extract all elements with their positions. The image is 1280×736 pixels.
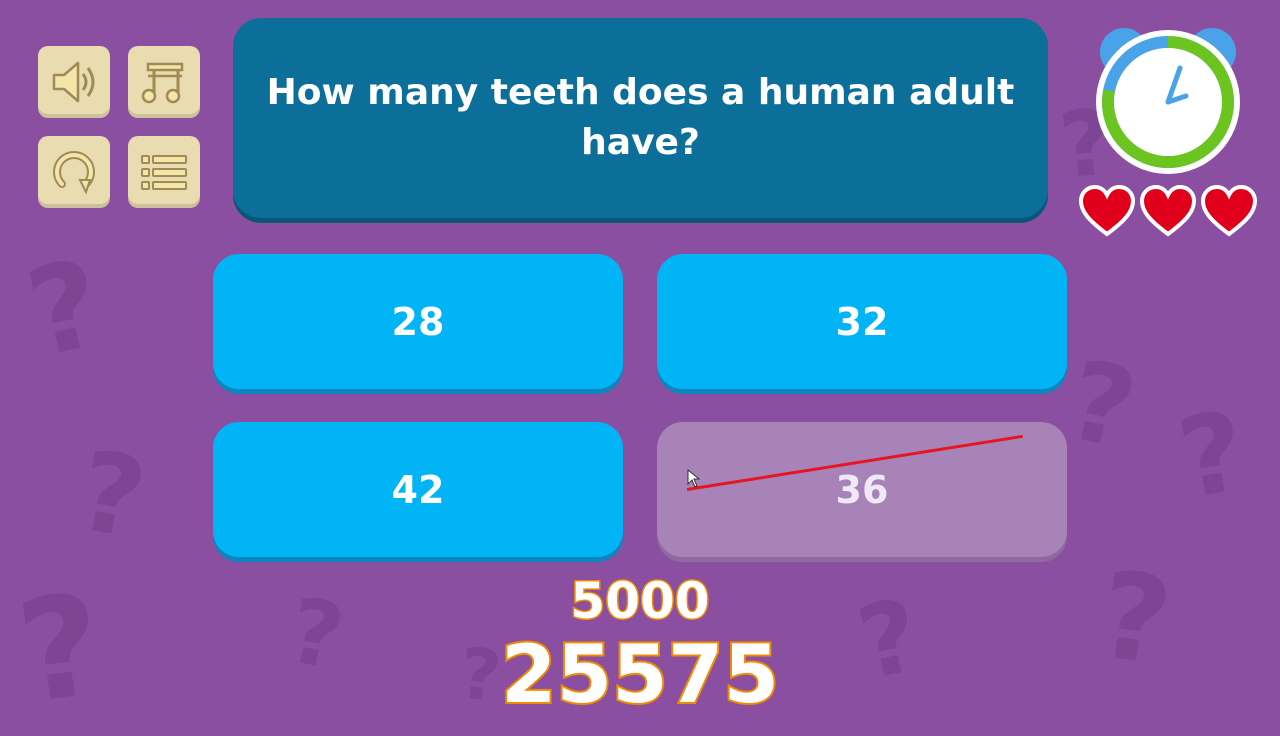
answer-button[interactable]: 28 bbox=[213, 254, 623, 389]
answer-button[interactable]: 32 bbox=[657, 254, 1067, 389]
answer-label: 28 bbox=[391, 299, 445, 344]
heart-icon bbox=[1078, 184, 1136, 237]
menu-icon bbox=[141, 155, 187, 190]
music-note-icon bbox=[141, 62, 184, 104]
question-text: How many teeth does a human adult have? bbox=[266, 72, 1015, 163]
bonus-score: 5000 bbox=[569, 571, 711, 632]
restart-button[interactable] bbox=[38, 136, 110, 208]
speaker-icon bbox=[52, 61, 95, 103]
bg-question-mark: ? bbox=[16, 234, 114, 385]
heart-icon bbox=[1200, 184, 1258, 237]
question-panel: How many teeth does a human adult have? bbox=[233, 18, 1048, 218]
bg-question-mark: ? bbox=[69, 426, 155, 564]
answer-button[interactable]: 42 bbox=[213, 422, 623, 557]
answer-label: 36 bbox=[835, 467, 889, 512]
answer-label: 32 bbox=[835, 299, 889, 344]
total-score: 25575 bbox=[499, 626, 781, 723]
bg-question-mark: ? bbox=[1057, 335, 1147, 475]
answer-label: 42 bbox=[391, 467, 445, 512]
answer-button-eliminated: 36 bbox=[657, 422, 1067, 557]
bg-question-mark: ? bbox=[1169, 386, 1255, 524]
heart-icon bbox=[1139, 184, 1197, 237]
alarm-clock-icon bbox=[1096, 28, 1240, 174]
restart-icon bbox=[53, 150, 95, 195]
menu-button[interactable] bbox=[128, 136, 200, 208]
cursor-icon bbox=[687, 469, 701, 488]
music-button[interactable] bbox=[128, 46, 200, 118]
sound-button[interactable] bbox=[38, 46, 110, 118]
